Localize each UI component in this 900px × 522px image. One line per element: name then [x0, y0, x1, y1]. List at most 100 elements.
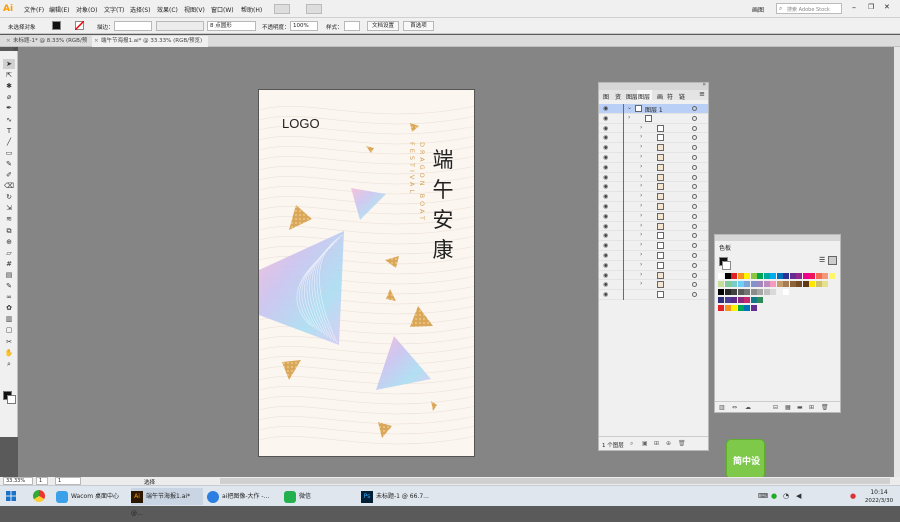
color-swatch[interactable]	[731, 289, 737, 295]
type-tool-icon[interactable]: T	[3, 126, 15, 136]
target-circle-icon[interactable]	[692, 213, 697, 219]
color-swatch[interactable]	[718, 297, 724, 303]
graph-tool-icon[interactable]: ▥	[3, 314, 15, 324]
color-swatch[interactable]	[744, 305, 750, 311]
color-swatch[interactable]	[822, 281, 828, 287]
layer-row[interactable]: ◉ ›	[599, 123, 708, 134]
stock-search[interactable]: ⌕ 搜索 Adobe Stock	[776, 3, 842, 14]
color-swatch[interactable]	[731, 297, 737, 303]
menu-type[interactable]: 文字(T)	[104, 5, 124, 14]
artboard[interactable]: LOGO 端 午 安 康 DRAGON BOAT FESTIVAL	[258, 89, 475, 457]
brush-select[interactable]: 8 点圆形	[207, 21, 256, 31]
color-swatch[interactable]	[789, 281, 796, 287]
color-swatch[interactable]	[737, 273, 744, 279]
chevron-right-icon[interactable]: ›	[640, 251, 642, 258]
color-swatch[interactable]	[776, 289, 783, 295]
target-circle-icon[interactable]	[692, 164, 697, 170]
layer-row[interactable]: ◉ ›	[599, 172, 708, 183]
color-swatch[interactable]	[750, 273, 757, 279]
layer-row[interactable]: ◉ ›	[599, 221, 708, 232]
color-swatch[interactable]	[724, 305, 731, 311]
color-swatch[interactable]	[763, 281, 770, 287]
color-swatch[interactable]	[737, 305, 744, 311]
layer-row[interactable]: ◉ ›	[599, 162, 708, 173]
color-swatch[interactable]	[757, 273, 763, 279]
taskbar-item-wechat[interactable]: 微信	[284, 488, 356, 505]
windows-start-icon[interactable]	[6, 491, 16, 501]
color-swatch[interactable]	[750, 297, 757, 303]
color-swatch[interactable]	[744, 289, 750, 295]
panel-tab[interactable]: 画	[657, 92, 663, 101]
color-swatch[interactable]	[802, 273, 809, 279]
menu-object[interactable]: 对象(O)	[76, 5, 97, 14]
perspective-tool-icon[interactable]: ▱	[3, 248, 15, 258]
chevron-right-icon[interactable]: ›	[640, 192, 642, 199]
layer-row[interactable]: ◉ ›	[599, 211, 708, 222]
layer-row[interactable]: ◉	[599, 290, 708, 300]
layer-row[interactable]: ◉ ›	[599, 270, 708, 281]
color-swatch[interactable]	[757, 281, 763, 287]
shaper-tool-icon[interactable]: ✐	[3, 170, 15, 180]
panel-grip[interactable]	[715, 235, 840, 241]
menu-help[interactable]: 帮助(H)	[241, 5, 262, 14]
bridge-icon[interactable]	[274, 4, 290, 14]
collapse-icon[interactable]: »	[702, 81, 706, 88]
mesh-tool-icon[interactable]: #	[3, 259, 15, 269]
target-circle-icon[interactable]	[692, 253, 697, 258]
color-swatch[interactable]	[737, 297, 744, 303]
keyboard-icon[interactable]: ⌨	[758, 492, 768, 500]
eye-icon[interactable]: ◉	[603, 193, 608, 200]
eraser-tool-icon[interactable]: ⌫	[3, 181, 15, 191]
library-icon[interactable]: ▥	[719, 404, 725, 411]
arrange-docs-icon[interactable]	[306, 4, 322, 14]
layer-row[interactable]: ◉ ›	[599, 202, 708, 212]
delete-layer-icon[interactable]: 🗑	[678, 440, 686, 447]
chevron-right-icon[interactable]: ›	[640, 261, 642, 268]
color-swatch[interactable]	[815, 273, 822, 279]
target-circle-icon[interactable]	[692, 174, 697, 180]
color-swatch[interactable]	[718, 305, 724, 311]
eye-icon[interactable]: ◉	[603, 232, 608, 239]
menu-file[interactable]: 文件(F)	[24, 5, 44, 14]
variable-width-select[interactable]	[156, 21, 204, 31]
chevron-right-icon[interactable]: ›	[640, 212, 642, 219]
stroke-swatch[interactable]	[722, 261, 731, 270]
doc-setup-button[interactable]: 文档设置	[367, 21, 399, 31]
eye-icon[interactable]: ◉	[603, 125, 608, 132]
rotate-tool-icon[interactable]: ↻	[3, 192, 15, 202]
eyedropper-tool-icon[interactable]: ✎	[3, 281, 15, 291]
clock-time[interactable]: 10:14	[864, 489, 894, 496]
target-circle-icon[interactable]	[692, 262, 697, 268]
color-swatch[interactable]	[718, 273, 724, 279]
panel-tab[interactable]: 符	[667, 92, 673, 101]
eye-icon[interactable]: ◉	[603, 203, 608, 210]
color-swatch[interactable]	[809, 281, 815, 287]
color-swatch[interactable]	[731, 273, 737, 279]
layer-row-top[interactable]: ◉ ⌄ 图层 1	[599, 104, 708, 114]
layer-row[interactable]: ◉ ›	[599, 280, 708, 291]
line-tool-icon[interactable]: ╱	[3, 137, 15, 147]
symbol-tool-icon[interactable]: ✿	[3, 303, 15, 313]
color-swatch[interactable]	[744, 297, 750, 303]
color-swatch[interactable]	[802, 281, 809, 287]
layer-row[interactable]: ◉ ›	[599, 251, 708, 261]
menu-window[interactable]: 窗口(W)	[211, 5, 234, 14]
target-circle-icon[interactable]	[692, 155, 697, 160]
color-swatch[interactable]	[783, 289, 789, 295]
zoom-tool-icon[interactable]: ⌕	[3, 359, 15, 369]
menu-view[interactable]: 视图(V)	[184, 5, 205, 14]
target-circle-icon[interactable]	[692, 145, 697, 151]
color-swatch[interactable]	[744, 273, 750, 279]
tab-close-icon[interactable]: ×	[94, 36, 99, 46]
color-swatch[interactable]	[757, 297, 763, 303]
panel-menu-icon[interactable]: ≡	[699, 90, 705, 98]
layer-row[interactable]: ◉ ›	[599, 113, 708, 124]
color-swatch[interactable]	[750, 281, 757, 287]
workspace-switcher[interactable]: 画图	[752, 5, 764, 14]
layer-row[interactable]: ◉ ›	[599, 143, 708, 153]
new-swatch-icon[interactable]: ⊞	[809, 404, 814, 411]
lasso-tool-icon[interactable]: ⌀	[3, 92, 15, 102]
color-swatch[interactable]	[737, 281, 744, 287]
hand-tool-icon[interactable]: ✋	[3, 348, 15, 358]
stroke-swatch[interactable]	[75, 21, 84, 30]
